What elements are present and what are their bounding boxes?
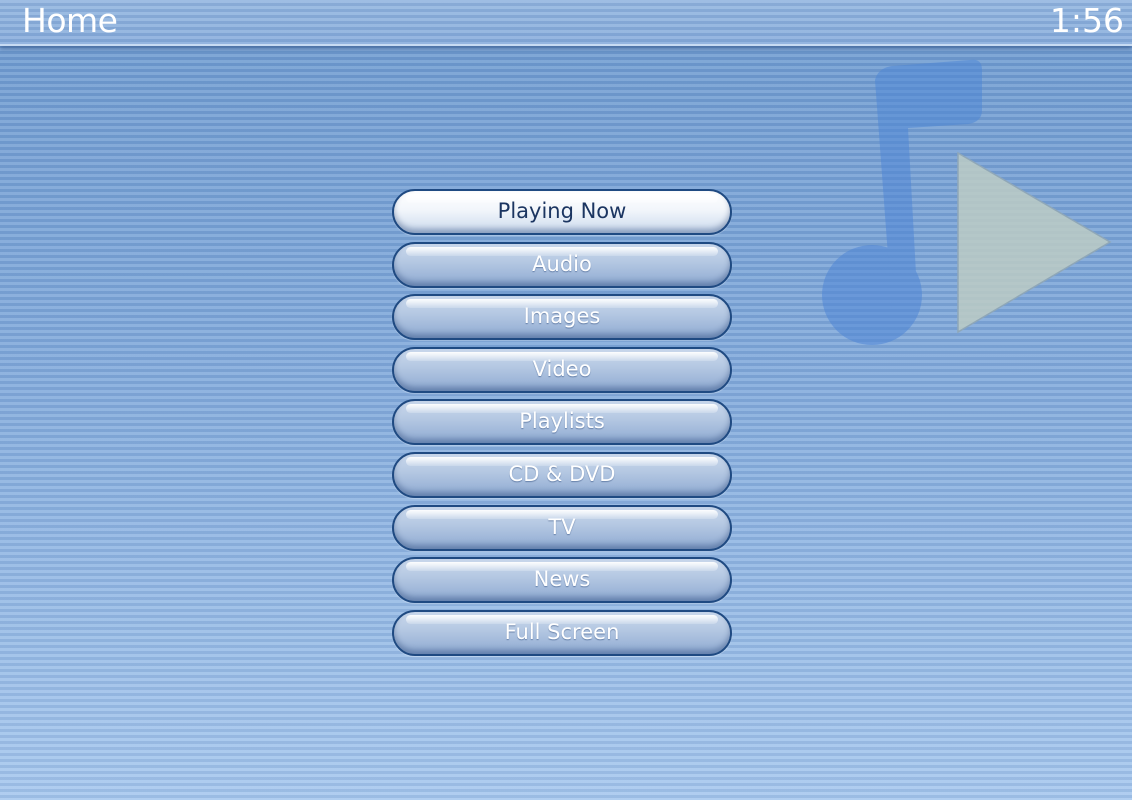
main-menu: Playing Now Audio Images Video Playlists…	[392, 189, 734, 662]
menu-item-tv[interactable]: TV	[392, 504, 732, 551]
menu-item-playlists[interactable]: Playlists	[392, 399, 732, 446]
menu-item-cd-dvd[interactable]: CD & DVD	[392, 451, 732, 498]
play-icon	[957, 151, 1112, 334]
menu-item-images[interactable]: Images	[392, 294, 732, 341]
menu-item-news[interactable]: News	[392, 557, 732, 604]
music-note-play-icon	[822, 59, 1112, 345]
menu-item-audio[interactable]: Audio	[392, 241, 732, 288]
media-center-screen: Home 1:56 Playing Now Audio Images Video…	[0, 0, 1132, 800]
menu-item-full-screen[interactable]: Full Screen	[392, 609, 732, 656]
page-title: Home	[22, 1, 118, 40]
menu-item-video[interactable]: Video	[392, 346, 732, 393]
menu-item-playing-now[interactable]: Playing Now	[392, 189, 732, 235]
clock: 1:56	[1049, 1, 1124, 40]
